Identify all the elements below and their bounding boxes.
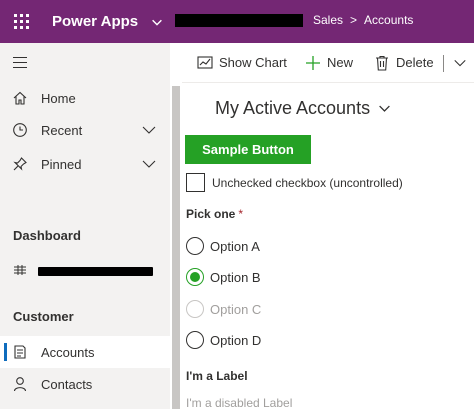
chart-icon (197, 55, 213, 69)
sidebar-item-label: Contacts (41, 376, 93, 392)
redacted-dashboard-label (38, 267, 153, 276)
required-asterisk: * (238, 207, 244, 221)
label-text: I'm a Label (186, 369, 248, 383)
sidebar-item-pinned[interactable]: Pinned (0, 148, 170, 180)
radio-label: Option C (210, 301, 262, 317)
clock-icon (13, 123, 27, 137)
section-header-customer: Customer (13, 309, 74, 324)
sidebar-item-recent[interactable]: Recent (0, 114, 170, 146)
chevron-down-icon[interactable] (453, 56, 467, 70)
section-header-dashboard: Dashboard (13, 228, 81, 243)
waffle-icon (13, 14, 29, 29)
command-separator (443, 55, 444, 72)
sidebar-item-label: Home (41, 90, 76, 106)
trash-icon (376, 55, 388, 71)
radio-label: Option A (210, 238, 260, 254)
delete-label: Delete (396, 55, 434, 70)
new-label: New (327, 55, 354, 70)
disabled-label-text: I'm a disabled Label (186, 396, 293, 409)
pick-one-text: Pick one (186, 207, 236, 221)
command-bar: Show Chart New Delete (182, 43, 474, 83)
view-title: My Active Accounts (215, 98, 371, 118)
show-chart-label: Show Chart (219, 55, 287, 70)
chevron-down-icon[interactable] (150, 15, 164, 29)
sidebar-item-contacts[interactable]: Contacts (0, 368, 170, 400)
radio-label: Option D (210, 332, 262, 348)
app-name[interactable]: Power Apps (52, 13, 138, 30)
checkbox-label: Unchecked checkbox (uncontrolled) (212, 175, 403, 190)
show-chart-button[interactable]: Show Chart (196, 43, 287, 83)
hamburger-menu-icon[interactable] (13, 57, 27, 72)
radio-label: Option B (210, 269, 261, 285)
accounts-icon (14, 345, 26, 359)
radio-option-a[interactable]: Option A (186, 237, 260, 255)
new-button[interactable]: New (304, 43, 353, 83)
delete-button[interactable]: Delete (373, 43, 434, 83)
sidebar-item-accounts[interactable]: Accounts (0, 336, 170, 368)
sidebar-item-label: Accounts (41, 344, 95, 360)
chevron-down-icon[interactable] (141, 122, 157, 138)
breadcrumb-item-accounts[interactable]: Accounts (364, 13, 413, 27)
sidebar-item-label: Pinned (41, 156, 82, 172)
checkbox-row[interactable]: Unchecked checkbox (uncontrolled) (186, 173, 403, 192)
breadcrumb: Sales > Accounts (313, 13, 413, 27)
breadcrumb-separator: > (350, 13, 358, 27)
chevron-down-icon[interactable] (141, 156, 157, 172)
redacted-app-title (175, 14, 303, 27)
app-launcher-button[interactable] (0, 0, 42, 43)
radio-button-checked[interactable] (186, 268, 204, 286)
person-icon (13, 377, 27, 392)
radio-option-c: Option C (186, 300, 261, 318)
dashboard-icon (14, 265, 26, 275)
add-icon (306, 55, 320, 70)
view-selector[interactable]: My Active Accounts (215, 98, 391, 119)
breadcrumb-item-sales[interactable]: Sales (313, 13, 343, 27)
chevron-down-icon (379, 105, 390, 112)
pin-icon (13, 157, 27, 171)
sidebar-item-label: Recent (41, 122, 83, 138)
sample-button[interactable]: Sample Button (185, 135, 311, 164)
radio-option-d[interactable]: Option D (186, 331, 261, 349)
unchecked-checkbox[interactable] (186, 173, 205, 192)
sidebar-item-home[interactable]: Home (0, 82, 170, 114)
radio-option-b[interactable]: Option B (186, 268, 261, 286)
sidebar-scrollbar-thumb[interactable] (172, 86, 180, 409)
radio-button-disabled (186, 300, 204, 318)
home-icon (13, 91, 27, 105)
pick-one-label: Pick one * (186, 207, 243, 221)
radio-button[interactable] (186, 331, 204, 349)
radio-button[interactable] (186, 237, 204, 255)
active-indicator (4, 343, 7, 361)
